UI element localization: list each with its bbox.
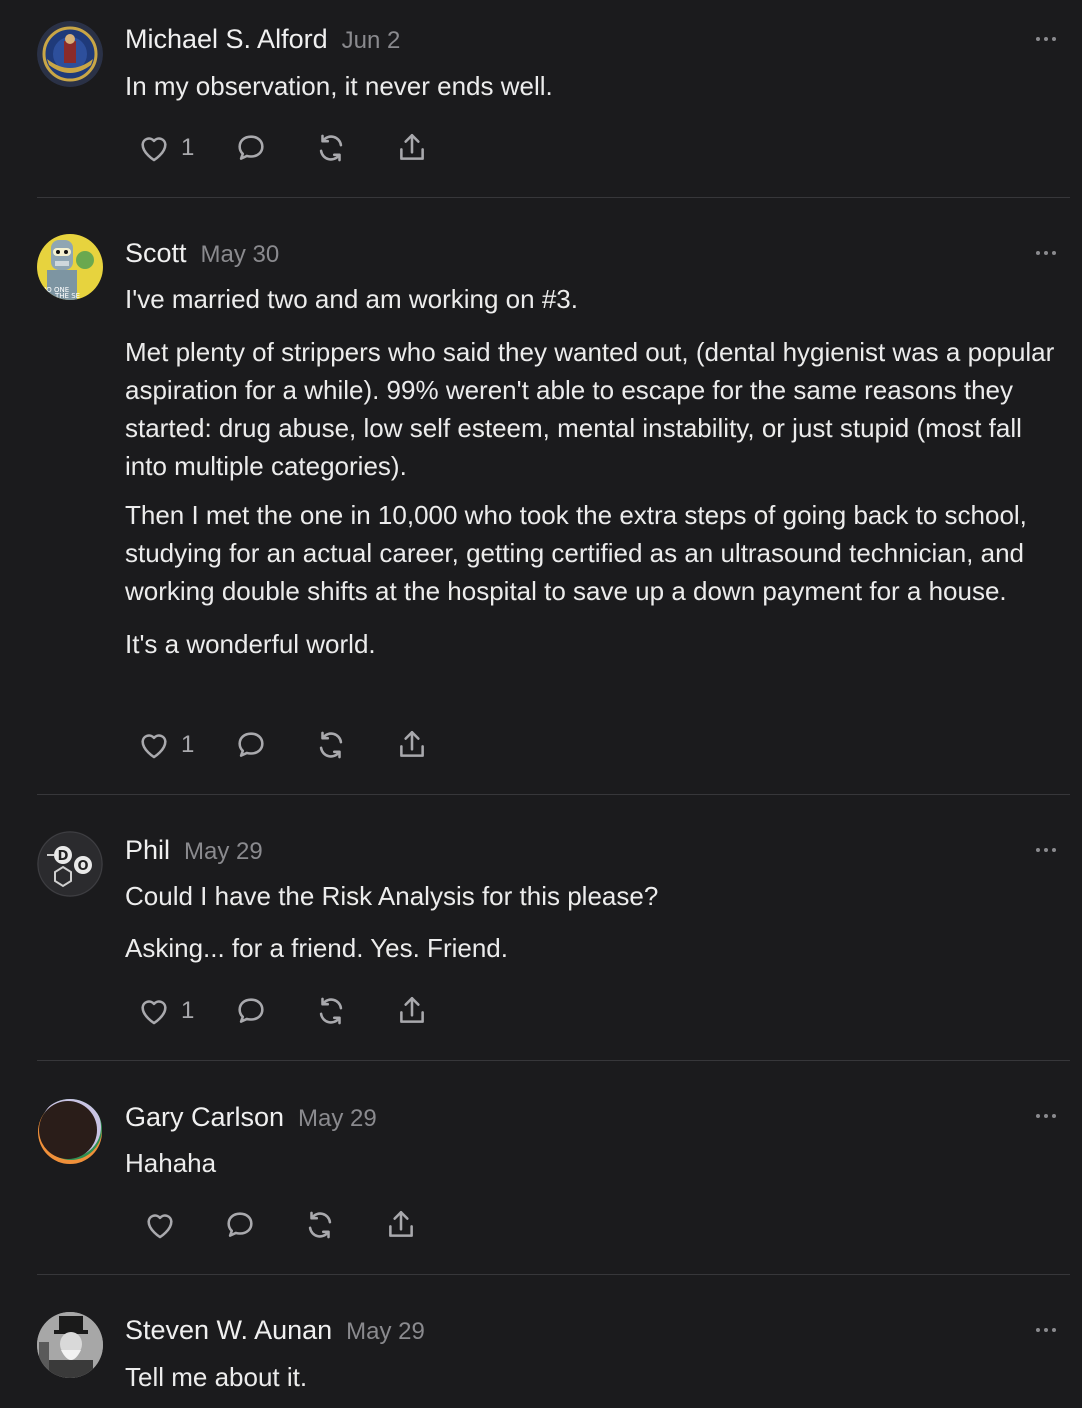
more-dots-icon[interactable] bbox=[1036, 1110, 1066, 1122]
reply-button[interactable] bbox=[234, 128, 268, 168]
author-name[interactable]: Phil bbox=[125, 835, 170, 865]
comment-paragraph: In my observation, it never ends well. bbox=[125, 71, 553, 101]
more-dots-icon[interactable] bbox=[1036, 844, 1066, 856]
divider bbox=[37, 794, 1070, 795]
comment-body: Could I have the Risk Analysis for this … bbox=[125, 877, 1070, 967]
comment-paragraph: I've married two and am working on #3. bbox=[125, 284, 578, 314]
share-icon bbox=[400, 133, 424, 160]
restack-icon bbox=[319, 997, 343, 1025]
share-button[interactable] bbox=[384, 1205, 418, 1245]
comment-body: In my observation, it never ends well. bbox=[125, 67, 1070, 105]
comment-paragraph: Hahaha bbox=[125, 1148, 217, 1178]
reply-button[interactable] bbox=[234, 991, 268, 1031]
heart-icon bbox=[141, 1000, 167, 1025]
divider bbox=[37, 197, 1070, 198]
comment-paragraph: Tell me about it. bbox=[125, 1362, 308, 1392]
avatar[interactable] bbox=[37, 1099, 103, 1165]
restack-button[interactable] bbox=[314, 991, 348, 1031]
comment-body: Hahaha bbox=[125, 1144, 1070, 1182]
like-count: 1 bbox=[181, 997, 195, 1024]
speech-bubble-icon bbox=[238, 135, 264, 160]
comment-actions: 1 bbox=[125, 991, 445, 1031]
restack-icon bbox=[319, 134, 343, 162]
author-name[interactable]: Scott bbox=[125, 238, 187, 268]
like-count: 1 bbox=[181, 731, 195, 758]
heart-icon bbox=[147, 1214, 173, 1239]
comment-paragraph: Asking... for a friend. Yes. Friend. bbox=[125, 933, 508, 963]
restack-icon bbox=[308, 1211, 332, 1239]
avatar[interactable] bbox=[37, 1312, 103, 1378]
speech-bubble-icon bbox=[227, 1212, 253, 1237]
comment-paragraph: Could I have the Risk Analysis for this … bbox=[125, 881, 659, 911]
more-dots-icon[interactable] bbox=[1036, 1324, 1066, 1336]
comment-body: Tell me about it. bbox=[125, 1358, 1070, 1396]
avatar[interactable] bbox=[37, 21, 103, 87]
share-button[interactable] bbox=[395, 725, 429, 765]
reply-button[interactable] bbox=[223, 1205, 257, 1245]
author-name[interactable]: Steven W. Aunan bbox=[125, 1315, 332, 1345]
more-dots-icon[interactable] bbox=[1036, 33, 1066, 45]
avatar[interactable]: D O bbox=[37, 831, 103, 897]
comment-actions bbox=[125, 1205, 445, 1245]
share-icon bbox=[389, 1210, 413, 1237]
heart-icon bbox=[141, 137, 167, 162]
restack-button[interactable] bbox=[314, 128, 348, 168]
reply-button[interactable] bbox=[234, 725, 268, 765]
restack-icon bbox=[319, 731, 343, 759]
avatar-text: THE SE bbox=[54, 292, 80, 300]
restack-button[interactable] bbox=[303, 1205, 337, 1245]
comment-date[interactable]: May 29 bbox=[184, 838, 263, 865]
author-name[interactable]: Gary Carlson bbox=[125, 1102, 284, 1132]
like-button[interactable]: 1 bbox=[137, 128, 194, 168]
comment-date[interactable]: May 29 bbox=[346, 1318, 425, 1345]
comment-paragraph: Met plenty of strippers who said they wa… bbox=[125, 337, 1055, 481]
comment-actions: 1 bbox=[125, 128, 445, 168]
avatar-text: O bbox=[77, 859, 88, 874]
comment-date[interactable]: May 30 bbox=[201, 241, 280, 268]
comment-date[interactable]: May 29 bbox=[298, 1105, 377, 1132]
comment-paragraph: Then I met the one in 10,000 who took th… bbox=[125, 500, 1027, 606]
speech-bubble-icon bbox=[238, 732, 264, 757]
author-name[interactable]: Michael S. Alford bbox=[125, 24, 328, 54]
like-button[interactable]: 1 bbox=[137, 725, 194, 765]
comment-paragraph: It's a wonderful world. bbox=[125, 629, 376, 659]
avatar-text: D bbox=[58, 849, 69, 864]
divider bbox=[37, 1060, 1070, 1061]
share-icon bbox=[400, 730, 424, 757]
comment-date[interactable]: Jun 2 bbox=[342, 27, 401, 54]
heart-icon bbox=[141, 734, 167, 759]
restack-button[interactable] bbox=[314, 725, 348, 765]
like-button[interactable] bbox=[143, 1205, 187, 1245]
share-button[interactable] bbox=[395, 128, 429, 168]
comment-body: I've married two and am working on #3. M… bbox=[125, 280, 1070, 663]
divider bbox=[37, 1274, 1070, 1275]
share-icon bbox=[400, 996, 424, 1023]
speech-bubble-icon bbox=[238, 998, 264, 1023]
comment-actions: 1 bbox=[125, 725, 445, 765]
like-button[interactable]: 1 bbox=[137, 991, 194, 1031]
more-dots-icon[interactable] bbox=[1036, 247, 1066, 259]
share-button[interactable] bbox=[395, 991, 429, 1031]
like-count: 1 bbox=[181, 134, 195, 161]
avatar[interactable]: NO ONE THE SE bbox=[37, 234, 103, 300]
